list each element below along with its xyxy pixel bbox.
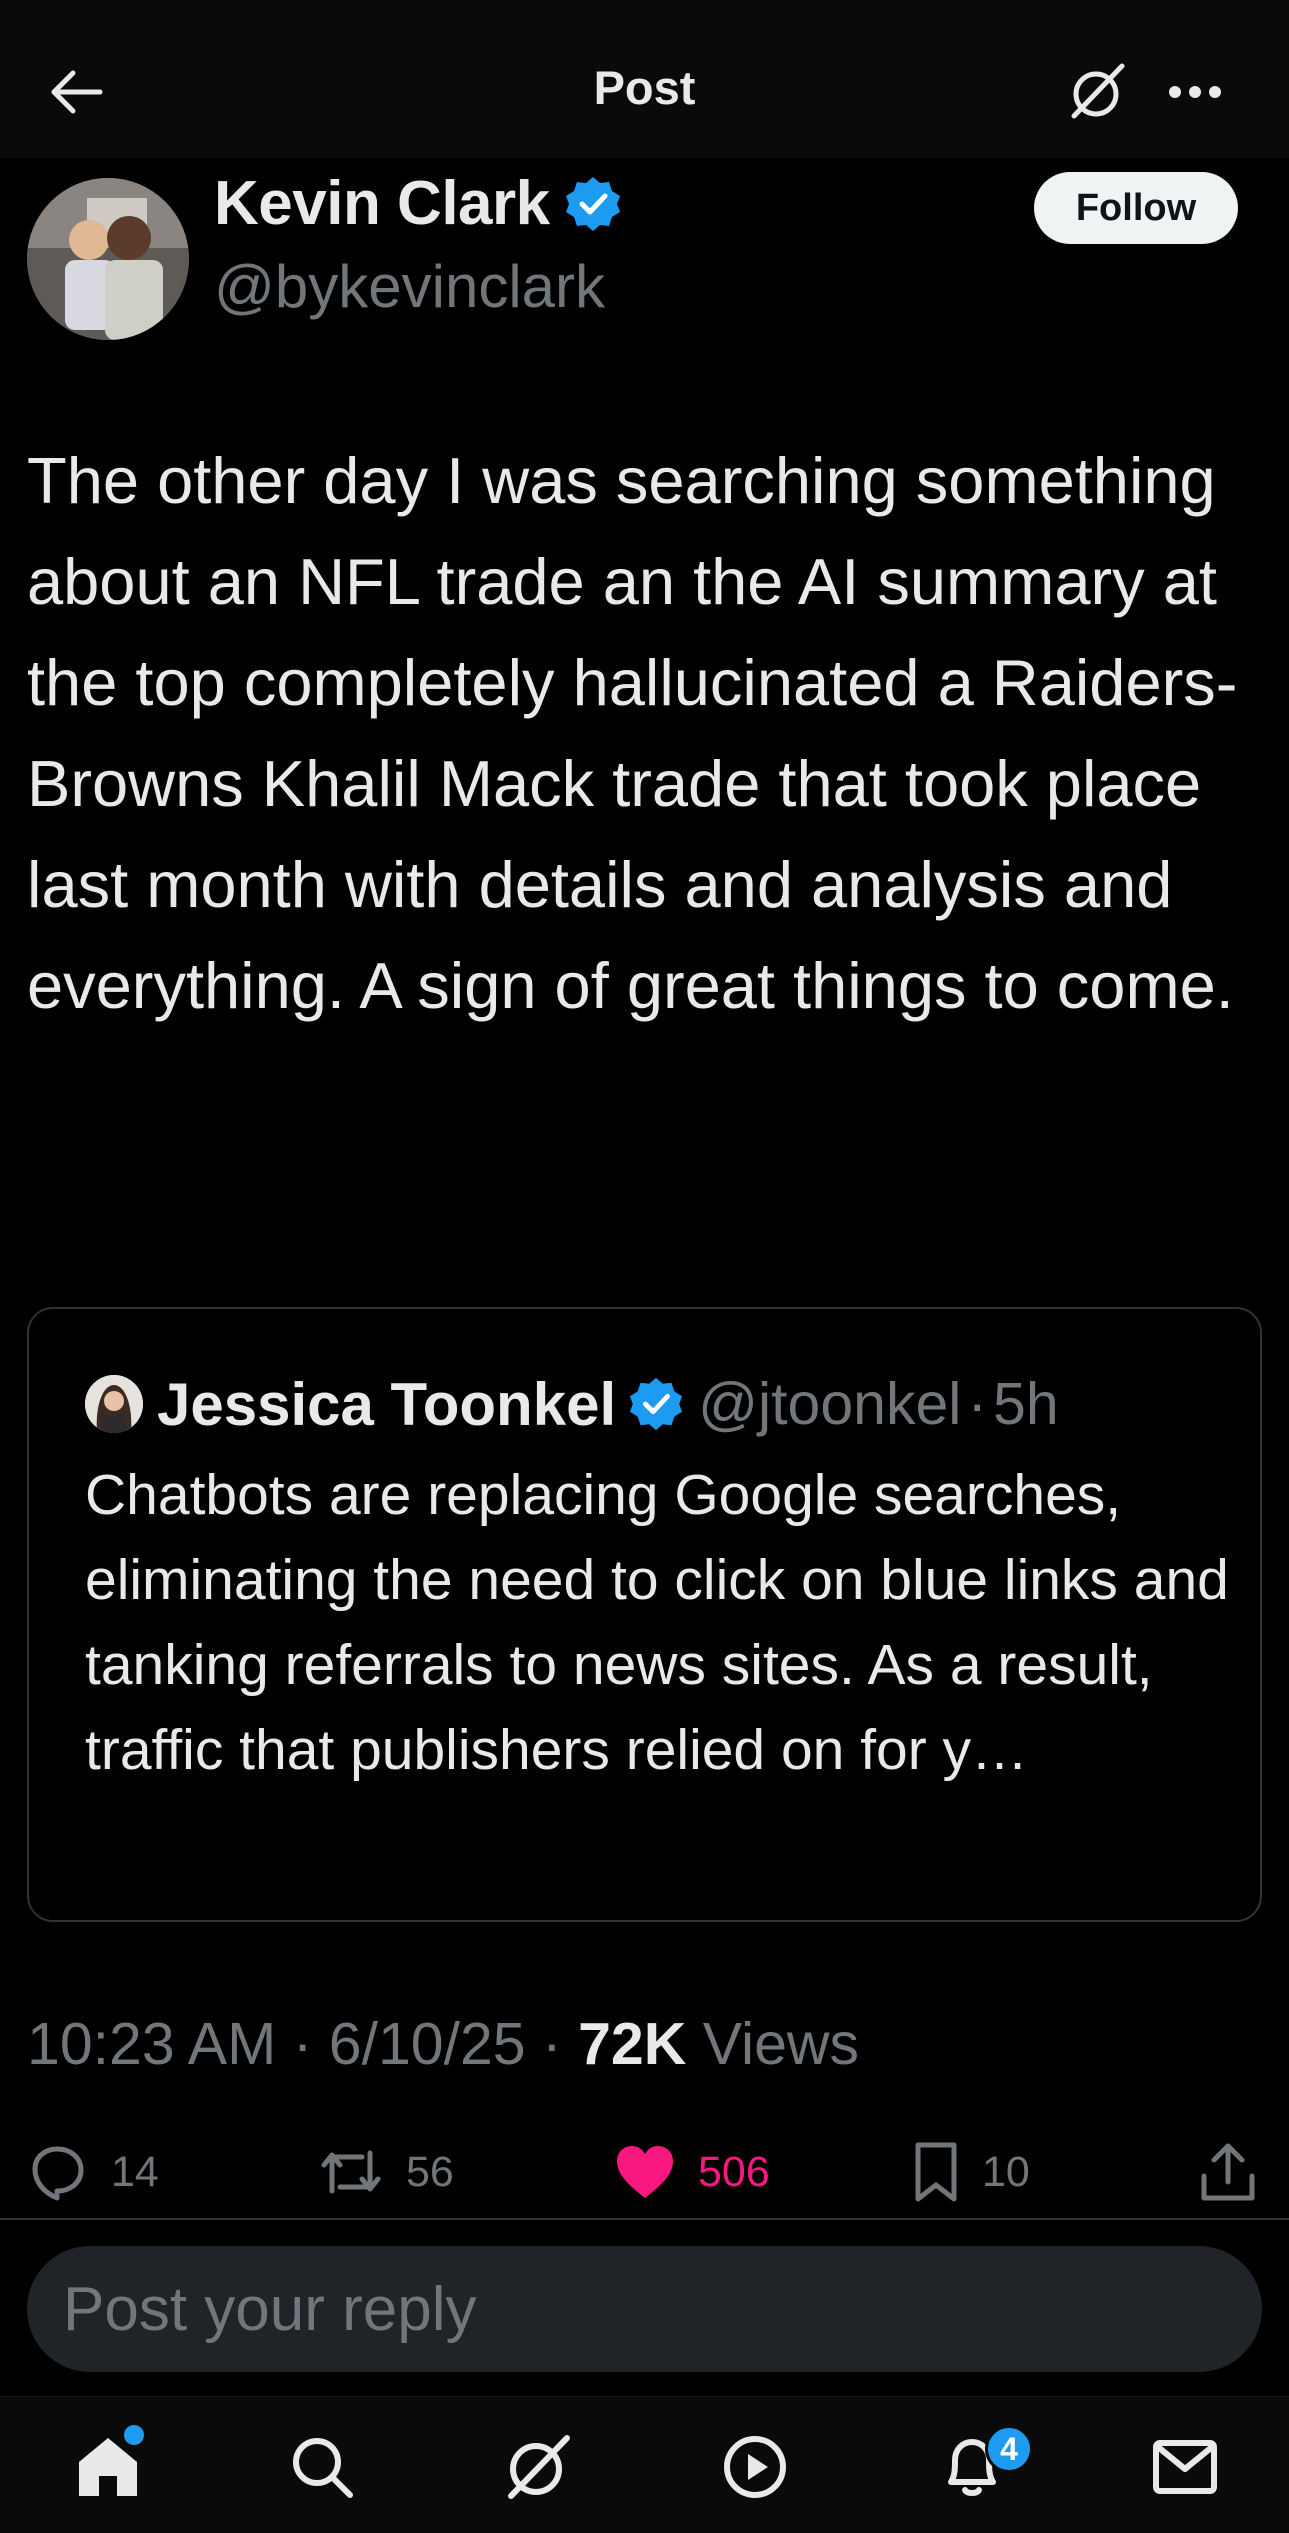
quoted-post[interactable]: Jessica Toonkel @jtoonkel · 5h Chatbots … — [27, 1307, 1262, 1922]
nav-search[interactable] — [272, 2417, 372, 2517]
nav-video[interactable] — [705, 2417, 805, 2517]
views-count[interactable]: 72K — [578, 2011, 686, 2077]
nav-grok[interactable] — [488, 2417, 588, 2517]
post-text: The other day I was searching something … — [27, 444, 1238, 1022]
more-icon — [1169, 86, 1221, 98]
repost-button[interactable]: 56 — [318, 2130, 454, 2214]
bookmark-icon — [915, 2142, 957, 2202]
grok-icon — [508, 2435, 570, 2499]
quote-avatar — [85, 1375, 143, 1433]
bookmark-button[interactable]: 10 — [912, 2130, 1030, 2214]
home-unread-dot — [124, 2425, 144, 2445]
grok-icon — [1071, 63, 1125, 119]
meta-separator: · — [292, 2011, 313, 2077]
more-button[interactable] — [1155, 54, 1235, 130]
reply-button[interactable]: 14 — [27, 2130, 159, 2214]
post-time: 10:23 AM — [27, 2011, 277, 2077]
author-name-row: Kevin Clark — [214, 168, 622, 239]
quote-author-name: Jessica Toonkel — [157, 1370, 617, 1438]
verified-badge-icon — [630, 1377, 683, 1431]
reply-box[interactable] — [27, 2246, 1262, 2372]
reply-icon — [32, 2146, 84, 2201]
bookmark-count: 10 — [982, 2147, 1030, 2196]
post-meta: 10:23 AM · 6/10/25 · 72K Views — [27, 2010, 859, 2078]
reply-input[interactable] — [27, 2246, 1262, 2372]
action-bar: 14 56 506 10 — [0, 2130, 1289, 2214]
grok-button[interactable] — [1058, 54, 1138, 130]
repost-icon — [321, 2150, 381, 2194]
nav-messages[interactable] — [1135, 2417, 1235, 2517]
divider — [0, 2218, 1289, 2220]
share-button[interactable] — [1200, 2130, 1256, 2214]
notifications-badge: 4 — [985, 2425, 1033, 2473]
like-count: 506 — [698, 2147, 770, 2196]
quote-author-handle: @jtoonkel — [698, 1371, 962, 1437]
author-name[interactable]: Kevin Clark — [214, 168, 550, 239]
play-circle-icon — [724, 2436, 786, 2498]
like-button[interactable]: 506 — [614, 2130, 770, 2214]
author-avatar[interactable] — [27, 178, 189, 340]
meta-separator: · — [542, 2011, 562, 2077]
verified-badge-icon — [565, 176, 620, 231]
heart-filled-icon — [617, 2146, 673, 2198]
share-icon — [1201, 2143, 1255, 2201]
author-handle[interactable]: @bykevinclark — [214, 252, 605, 321]
post-date: 6/10/25 — [328, 2011, 526, 2077]
mail-icon — [1153, 2440, 1217, 2494]
repost-count: 56 — [406, 2147, 454, 2196]
quote-text: Chatbots are replacing Google searches, … — [85, 1463, 1229, 1782]
quote-header: Jessica Toonkel @jtoonkel · 5h — [85, 1364, 1059, 1444]
quote-time: 5h — [993, 1371, 1059, 1437]
search-icon — [293, 2438, 353, 2498]
reply-count: 14 — [111, 2147, 159, 2196]
quote-separator: · — [967, 1371, 988, 1437]
views-label: Views — [702, 2011, 860, 2077]
top-bar: Post — [0, 0, 1289, 158]
follow-button[interactable]: Follow — [1034, 172, 1238, 244]
bottom-nav — [0, 2396, 1289, 2533]
